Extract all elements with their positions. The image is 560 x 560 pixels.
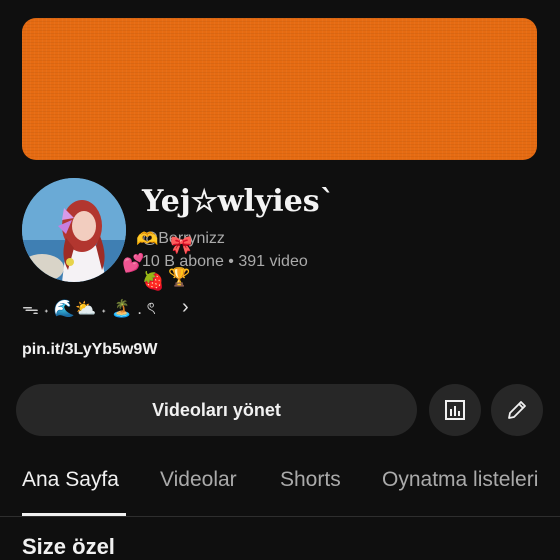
tab-home[interactable]: Ana Sayfa <box>22 468 119 492</box>
tab-videos[interactable]: Videolar <box>160 468 237 492</box>
tab-shorts[interactable]: Shorts <box>280 468 341 492</box>
channel-banner <box>22 18 537 160</box>
hearts-emoji: 💕 <box>122 253 145 273</box>
chevron-right-icon[interactable]: › <box>182 296 189 319</box>
section-title: Size özel <box>22 534 115 559</box>
active-tab-indicator <box>22 513 126 516</box>
hands-heart-emoji: 🫶 <box>136 229 159 249</box>
channel-name: Yej☆wlyies` <box>142 184 335 219</box>
edit-channel-button[interactable] <box>491 384 543 436</box>
tab-playlists[interactable]: Oynatma listeleri <box>382 468 538 492</box>
avatar-image <box>22 178 126 282</box>
strawberry-emoji: 🍓 <box>142 271 165 291</box>
pencil-icon <box>508 401 526 419</box>
trophy-emoji: 🏆 <box>168 267 191 287</box>
analytics-button[interactable] <box>429 384 481 436</box>
channel-tabs: Ana Sayfa Videolar Shorts Oynatma listel… <box>0 462 560 517</box>
manage-videos-button[interactable]: Videoları yönet <box>16 384 417 436</box>
channel-stats: 10 B abone • 391 video <box>142 253 308 270</box>
channel-link[interactable]: pin.it/3LyYb5w9W <box>22 341 157 359</box>
channel-avatar[interactable] <box>22 178 126 282</box>
bow-emoji: 🎀 <box>170 235 193 255</box>
channel-description[interactable]: ᯓ ˖ 🌊⛅ ˖ 🏝️ . ৎ <box>22 296 156 324</box>
analytics-icon <box>445 400 465 420</box>
